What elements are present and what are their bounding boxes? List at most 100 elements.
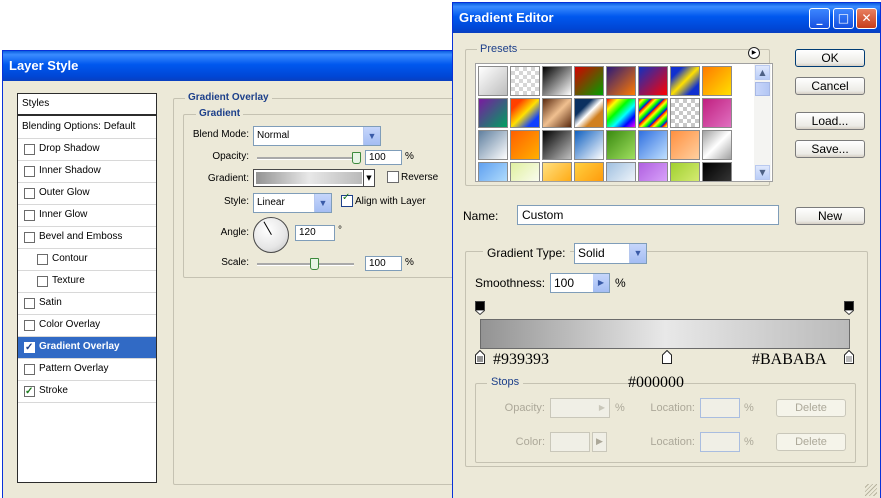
preset-swatch[interactable] xyxy=(606,130,636,160)
preset-swatch[interactable] xyxy=(574,98,604,128)
preset-swatch[interactable] xyxy=(510,98,540,128)
stop-color-location-input[interactable] xyxy=(700,432,740,452)
style-checkbox[interactable] xyxy=(24,320,35,331)
align-with-layer-checkbox[interactable] xyxy=(341,192,353,207)
maximize-icon[interactable]: □ xyxy=(833,8,854,29)
scroll-down-icon[interactable]: ▼ xyxy=(755,165,770,180)
preset-swatch[interactable] xyxy=(574,130,604,160)
color-stop-middle-icon[interactable] xyxy=(662,350,672,364)
chevron-down-icon[interactable]: ▼ xyxy=(629,244,646,263)
preset-swatch[interactable] xyxy=(606,162,636,181)
style-checkbox[interactable] xyxy=(37,254,48,265)
presets-scrollbar[interactable]: ▲ ▼ xyxy=(754,64,771,181)
preset-swatch[interactable] xyxy=(542,98,572,128)
opacity-stop-right-icon[interactable] xyxy=(844,301,854,315)
style-item-texture[interactable]: Texture xyxy=(18,271,156,293)
style-item-styles[interactable]: Styles xyxy=(18,94,156,116)
gradient-preview[interactable] xyxy=(256,172,362,184)
preset-swatch[interactable] xyxy=(510,66,540,96)
gradient-picker[interactable]: ▼ xyxy=(253,169,375,187)
scale-input[interactable]: 100 xyxy=(365,256,402,271)
scroll-thumb[interactable] xyxy=(755,82,770,96)
preset-swatch[interactable] xyxy=(510,130,540,160)
style-checkbox[interactable] xyxy=(24,382,35,402)
style-select[interactable]: Linear ▼ xyxy=(253,193,332,213)
scroll-up-icon[interactable]: ▲ xyxy=(755,65,770,80)
minimize-icon[interactable]: _ xyxy=(809,8,830,29)
style-checkbox[interactable] xyxy=(37,276,48,287)
preset-swatch[interactable] xyxy=(542,162,572,181)
preset-swatch[interactable] xyxy=(574,66,604,96)
preset-swatch[interactable] xyxy=(542,130,572,160)
preset-swatch[interactable] xyxy=(670,66,700,96)
stop-opacity-location-input[interactable] xyxy=(700,398,740,418)
reverse-checkbox[interactable] xyxy=(387,171,399,183)
opacity-input[interactable]: 100 xyxy=(365,150,402,165)
chevron-down-icon[interactable]: ▼ xyxy=(314,194,331,212)
close-icon[interactable]: ✕ xyxy=(856,8,877,29)
preset-swatch[interactable] xyxy=(702,162,732,181)
style-checkbox[interactable] xyxy=(24,210,35,221)
presets-menu-arrow-icon[interactable]: ▶ xyxy=(748,47,760,59)
style-item-inner-shadow[interactable]: Inner Shadow xyxy=(18,161,156,183)
preset-swatch[interactable] xyxy=(638,130,668,160)
style-item-outer-glow[interactable]: Outer Glow xyxy=(18,183,156,205)
opacity-stop-left-icon[interactable] xyxy=(475,301,485,315)
cancel-button[interactable]: Cancel xyxy=(795,77,865,95)
opacity-slider-thumb[interactable] xyxy=(352,152,361,164)
stop-color-swatch[interactable] xyxy=(550,432,590,452)
load-button[interactable]: Load... xyxy=(795,112,865,130)
preset-swatch[interactable] xyxy=(606,66,636,96)
ok-button[interactable]: OK xyxy=(795,49,865,67)
gradient-type-select[interactable]: Solid ▼ xyxy=(574,243,647,264)
style-item-bevel-and-emboss[interactable]: Bevel and Emboss xyxy=(18,227,156,249)
style-checkbox[interactable] xyxy=(24,166,35,177)
style-item-satin[interactable]: Satin xyxy=(18,293,156,315)
save-button[interactable]: Save... xyxy=(795,140,865,158)
style-item-color-overlay[interactable]: Color Overlay xyxy=(18,315,156,337)
style-item-blending-options-default[interactable]: Blending Options: Default xyxy=(18,117,156,139)
stop-color-arrow-icon[interactable]: ▶ xyxy=(592,432,607,452)
scale-slider-thumb[interactable] xyxy=(310,258,320,270)
preset-swatch[interactable] xyxy=(702,66,732,96)
gradient-dropdown-arrow-icon[interactable]: ▼ xyxy=(363,170,374,186)
preset-swatch[interactable] xyxy=(478,130,508,160)
stop-opacity-arrow-icon[interactable]: ▶ xyxy=(595,399,609,417)
preset-swatch[interactable] xyxy=(574,162,604,181)
style-checkbox[interactable] xyxy=(24,364,35,375)
preset-swatch[interactable] xyxy=(638,162,668,181)
preset-swatch[interactable] xyxy=(478,66,508,96)
preset-swatch[interactable] xyxy=(542,66,572,96)
style-checkbox[interactable] xyxy=(24,144,35,155)
style-checkbox[interactable] xyxy=(24,232,35,243)
color-stop-left-icon[interactable] xyxy=(475,350,485,364)
preset-swatch[interactable] xyxy=(606,98,636,128)
style-item-gradient-overlay[interactable]: Gradient Overlay xyxy=(18,337,156,359)
stop-opacity-input[interactable]: ▶ xyxy=(550,398,610,418)
preset-swatch[interactable] xyxy=(478,162,508,181)
name-input[interactable]: Custom xyxy=(517,205,779,225)
preset-swatch[interactable] xyxy=(670,98,700,128)
color-stop-right-icon[interactable] xyxy=(844,350,854,364)
resize-grip-icon[interactable] xyxy=(865,484,877,496)
preset-swatch[interactable] xyxy=(670,130,700,160)
preset-swatch[interactable] xyxy=(638,66,668,96)
preset-swatch[interactable] xyxy=(478,98,508,128)
preset-swatch[interactable] xyxy=(702,130,732,160)
preset-swatch[interactable] xyxy=(510,162,540,181)
gradient-bar[interactable] xyxy=(480,319,850,349)
style-item-pattern-overlay[interactable]: Pattern Overlay xyxy=(18,359,156,381)
opacity-slider-track[interactable] xyxy=(257,157,357,160)
blend-mode-select[interactable]: Normal ▼ xyxy=(253,126,381,146)
preset-swatch[interactable] xyxy=(638,98,668,128)
style-checkbox[interactable] xyxy=(24,298,35,309)
style-checkbox[interactable] xyxy=(24,188,35,199)
smoothness-input[interactable]: 100 ▶ xyxy=(550,273,610,293)
style-checkbox[interactable] xyxy=(24,338,35,358)
angle-input[interactable]: 120 xyxy=(295,225,335,241)
scale-slider-track[interactable] xyxy=(257,263,354,266)
preset-swatch[interactable] xyxy=(702,98,732,128)
layer-style-titlebar[interactable]: Layer Style xyxy=(3,51,463,81)
smoothness-arrow-icon[interactable]: ▶ xyxy=(593,274,609,292)
style-item-drop-shadow[interactable]: Drop Shadow xyxy=(18,139,156,161)
